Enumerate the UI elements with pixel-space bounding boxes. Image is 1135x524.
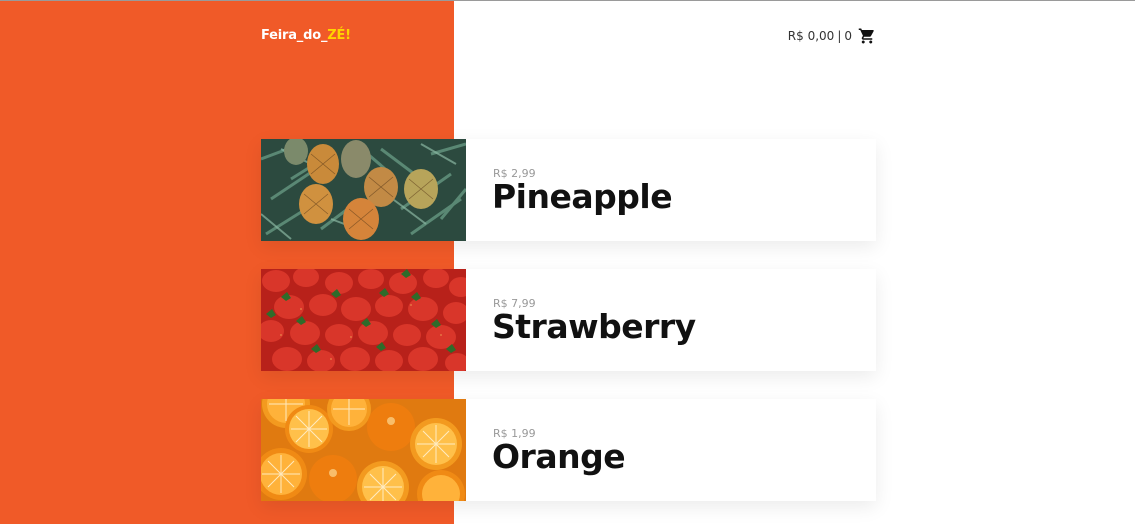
product-card-strawberry[interactable]: R$ 7,99 Strawberry (261, 269, 876, 371)
product-card-pineapple[interactable]: R$ 2,99 Pineapple (261, 139, 876, 241)
page: Feira_do_ZÉ! R$ 0,00 | 0 R$ 2,99 Pineapp… (0, 0, 1135, 524)
product-info: R$ 1,99 Orange (466, 399, 876, 501)
cart-total: R$ 0,00 (787, 29, 835, 43)
cart-separator: | (837, 29, 842, 43)
product-info: R$ 7,99 Strawberry (466, 269, 876, 371)
pineapple-photo (261, 139, 466, 241)
product-name: Orange (492, 437, 626, 476)
product-info: R$ 2,99 Pineapple (466, 139, 876, 241)
shopping-cart-icon[interactable] (858, 27, 876, 45)
product-list: R$ 2,99 Pineapple R$ 7,99 Strawberry R$ … (261, 139, 876, 524)
cart-count: 0 (844, 29, 852, 43)
logo-accent-text: ZÉ! (327, 28, 351, 43)
header: Feira_do_ZÉ! R$ 0,00 | 0 (261, 1, 876, 71)
orange-photo (261, 399, 466, 501)
product-name: Strawberry (492, 307, 696, 346)
cart-summary[interactable]: R$ 0,00 | 0 (788, 27, 876, 45)
product-name: Pineapple (492, 177, 673, 216)
logo[interactable]: Feira_do_ZÉ! (261, 28, 351, 43)
product-card-orange[interactable]: R$ 1,99 Orange (261, 399, 876, 501)
strawberry-photo (261, 269, 466, 371)
logo-main-text: Feira_do_ (261, 28, 328, 43)
